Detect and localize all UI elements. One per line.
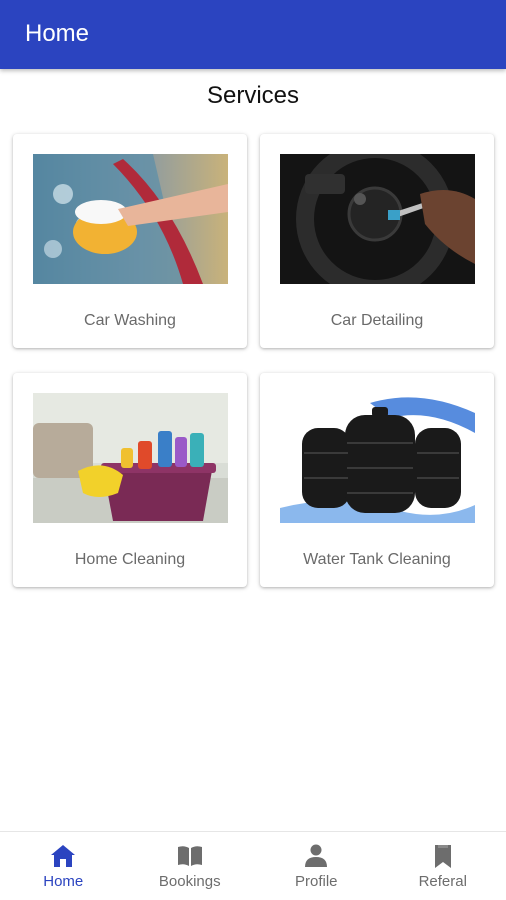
nav-label: Profile	[294, 873, 338, 890]
car-detailing-image	[280, 154, 475, 284]
service-label: Water Tank Cleaning	[303, 551, 451, 568]
nav-item-bookings[interactable]: Bookings	[127, 832, 254, 900]
home-cleaning-image	[33, 393, 228, 523]
nav-item-referal[interactable]: Referal	[380, 832, 506, 900]
nav-label: Home	[43, 873, 84, 890]
water-tank-image	[280, 393, 475, 523]
service-card-car-detailing[interactable]: Car Detailing	[260, 134, 494, 348]
book-icon	[177, 846, 202, 866]
service-label: Car Detailing	[330, 312, 424, 329]
service-card-car-washing[interactable]: Car Washing	[13, 134, 247, 348]
service-label: Home Cleaning	[74, 551, 186, 568]
service-card-home-cleaning[interactable]: Home Cleaning	[13, 373, 247, 587]
bottom-navigation: Home Bookings Profile Referal	[0, 831, 506, 900]
services-heading: Services	[206, 82, 300, 109]
nav-label: Bookings	[158, 873, 221, 890]
service-card-water-tank-cleaning[interactable]: Water Tank Cleaning	[260, 373, 494, 587]
bookmark-icon	[434, 845, 451, 868]
page-title: Home	[25, 20, 90, 47]
nav-item-home[interactable]: Home	[0, 832, 127, 900]
person-icon	[305, 844, 328, 867]
service-label: Car Washing	[84, 312, 176, 329]
nav-item-profile[interactable]: Profile	[253, 832, 380, 900]
app-bar: Home	[0, 0, 506, 69]
nav-label: Referal	[418, 873, 467, 890]
car-washing-image	[33, 154, 228, 284]
home-icon	[51, 845, 76, 867]
